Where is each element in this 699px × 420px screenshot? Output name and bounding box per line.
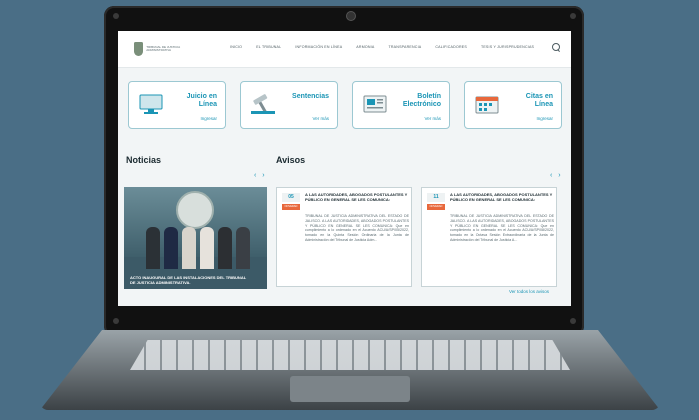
bezel-screw: [113, 318, 119, 324]
novedad-badge: NOVEDAD: [427, 204, 445, 210]
card-title: Sentencias: [292, 93, 329, 100]
trackpad: [290, 376, 410, 402]
person-figure: [218, 227, 232, 269]
aviso-date: 05: [282, 193, 300, 202]
noticias-photo[interactable]: ACTO INAUGURAL DE LAS INSTALACIONES DEL …: [124, 187, 267, 289]
aviso-card[interactable]: 05 NOVEDAD A LAS AUTORIDADES, ABOGADOS P…: [276, 187, 412, 287]
bezel-screw: [570, 13, 576, 19]
aviso-body: TRIBUNAL DE JUSTICIA ADMINISTRATIVA DEL …: [450, 214, 554, 242]
noticias-title: Noticias: [126, 155, 162, 165]
card-boletin-electronico[interactable]: Boletín Electrónico Ver más: [352, 81, 450, 129]
aviso-heading: A LAS AUTORIDADES, ABOGADOS POSTULANTES …: [450, 192, 553, 202]
search-icon[interactable]: [552, 43, 560, 51]
person-figure: [200, 227, 214, 269]
card-title: Citas en Línea: [525, 93, 553, 108]
nav-item-calificadores[interactable]: CALIFICADORES: [435, 45, 467, 49]
newspaper-icon: [363, 95, 387, 113]
bezel-screw: [570, 318, 576, 324]
gavel-icon: [251, 94, 275, 114]
card-link[interactable]: Ingresar: [536, 116, 553, 121]
aviso-date: 11: [427, 193, 445, 202]
card-citas-en-linea[interactable]: Citas en Línea Ingresar: [464, 81, 562, 129]
bezel-screw: [113, 13, 119, 19]
card-link[interactable]: Ingresar: [200, 116, 217, 121]
top-nav: TRIBUNAL DE JUSTICIA ADMINISTRATIVA INIC…: [118, 31, 571, 68]
avisos-title: Avisos: [276, 155, 306, 165]
browser-screen: TRIBUNAL DE JUSTICIA ADMINISTRATIVA INIC…: [118, 31, 571, 306]
crest-icon: [134, 42, 144, 56]
person-figure: [236, 227, 250, 269]
card-link[interactable]: Ver más: [424, 116, 441, 121]
nav-item-informacion[interactable]: INFORMACIÓN EN LÍNEA: [295, 45, 342, 49]
card-sentencias[interactable]: Sentencias Ver más: [240, 81, 338, 129]
nav-item-armonia[interactable]: ARMONIA: [356, 45, 374, 49]
avisos-carousel-arrows[interactable]: ‹ ›: [550, 172, 563, 179]
nav-menu: INICIO EL TRIBUNAL INFORMACIÓN EN LÍNEA …: [230, 45, 534, 49]
noticias-carousel-arrows[interactable]: ‹ ›: [254, 172, 267, 179]
nav-item-transparencia[interactable]: TRANSPARENCIA: [388, 45, 421, 49]
card-link[interactable]: Ver más: [312, 116, 329, 121]
webcam: [346, 11, 356, 21]
person-figure: [164, 227, 178, 269]
seal-emblem: [176, 191, 214, 229]
aviso-body: TRIBUNAL DE JUSTICIA ADMINISTRATIVA DEL …: [305, 214, 409, 242]
nav-item-inicio[interactable]: INICIO: [230, 45, 242, 49]
person-figure: [182, 227, 196, 269]
card-title: Juicio en Línea: [186, 93, 217, 108]
calendar-icon: [475, 96, 499, 114]
novedad-badge: NOVEDAD: [282, 204, 300, 210]
see-all-avisos-link[interactable]: Ver todos los avisos: [509, 289, 549, 294]
photo-caption: ACTO INAUGURAL DE LAS INSTALACIONES DEL …: [130, 275, 247, 285]
nav-item-tribunal[interactable]: EL TRIBUNAL: [256, 45, 281, 49]
monitor-icon: [139, 94, 163, 114]
aviso-heading: A LAS AUTORIDADES, ABOGADOS POSTULANTES …: [305, 192, 408, 202]
card-title: Boletín Electrónico: [402, 93, 441, 108]
logo-text: TRIBUNAL DE JUSTICIA ADMINISTRATIVA: [146, 45, 181, 52]
card-juicio-en-linea[interactable]: Juicio en Línea Ingresar: [128, 81, 226, 129]
person-figure: [146, 227, 160, 269]
nav-item-tesis[interactable]: TESIS Y JURISPRUDENCIAS: [481, 45, 534, 49]
keyboard: [130, 340, 570, 370]
aviso-card[interactable]: 11 NOVEDAD A LAS AUTORIDADES, ABOGADOS P…: [421, 187, 557, 287]
site-logo[interactable]: TRIBUNAL DE JUSTICIA ADMINISTRATIVA: [134, 41, 192, 57]
